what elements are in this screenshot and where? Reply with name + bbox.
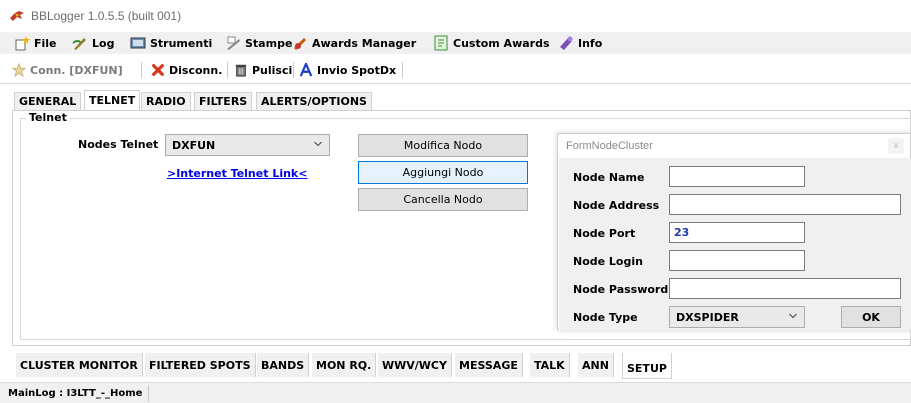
connect-button[interactable]: Conn. [DXFUN]: [12, 62, 123, 78]
internet-telnet-link[interactable]: >Internet Telnet Link<: [167, 167, 307, 180]
tab-setup[interactable]: SETUP: [622, 353, 672, 379]
tab-alerts-options[interactable]: ALERTS/OPTIONS: [256, 92, 372, 110]
menu-stampe[interactable]: Stampe: [225, 34, 292, 52]
menu-file[interactable]: File: [14, 34, 57, 52]
node-login-label: Node Login: [573, 255, 643, 268]
letter-a-icon: [299, 63, 313, 77]
status-mainlog: MainLog : I3LTT_-_Home: [2, 385, 150, 402]
tab-talk[interactable]: TALK: [530, 353, 570, 377]
dialog-title: FormNodeCluster: [566, 140, 653, 152]
delete-node-button[interactable]: Cancella Nodo: [358, 188, 528, 211]
node-address-label: Node Address: [573, 199, 660, 212]
toolbar-divider: [227, 62, 228, 78]
x-icon: [152, 64, 164, 76]
title-bar: BBLogger 1.0.5.5 (built 001): [0, 0, 911, 30]
menu-info[interactable]: Info: [558, 34, 602, 52]
nodes-telnet-label: Nodes Telnet: [78, 138, 159, 151]
chevron-down-icon: [314, 141, 322, 147]
close-icon: x: [893, 141, 899, 151]
node-name-input[interactable]: [669, 166, 805, 187]
nodes-telnet-select[interactable]: DXFUN: [165, 134, 330, 156]
tab-ann[interactable]: ANN: [578, 353, 614, 377]
close-button[interactable]: x: [888, 138, 904, 154]
tab-telnet[interactable]: TELNET: [84, 90, 141, 110]
node-password-label: Node Password: [573, 283, 669, 296]
group-label: Telnet: [26, 111, 70, 124]
status-bar: MainLog : I3LTT_-_Home: [0, 382, 911, 403]
toolbar: Conn. [DXFUN] Disconn. Pulisci Invio Spo…: [0, 56, 911, 84]
node-port-input[interactable]: 23: [669, 222, 805, 243]
tab-wwv-wcy[interactable]: WWV/WCY: [378, 353, 452, 377]
tab-message[interactable]: MESSAGE: [455, 353, 523, 377]
tab-filters[interactable]: FILTERS: [194, 92, 253, 110]
ok-button[interactable]: OK: [841, 306, 901, 328]
tab-cluster-monitor[interactable]: CLUSTER MONITOR: [16, 353, 143, 377]
clear-button[interactable]: Pulisci: [234, 62, 292, 78]
send-spot-button[interactable]: Invio SpotDx: [299, 62, 396, 78]
info-icon: [560, 36, 573, 50]
bird-icon: [10, 11, 24, 21]
dialog-title-bar: FormNodeCluster x: [558, 134, 910, 158]
node-address-input[interactable]: [669, 194, 901, 215]
node-port-label: Node Port: [573, 227, 636, 240]
star-icon: [12, 63, 26, 77]
tab-filtered-spots[interactable]: FILTERED SPOTS: [145, 353, 256, 377]
quill-icon: [72, 38, 86, 50]
node-cluster-dialog: FormNodeCluster x Node Name Node Address…: [557, 133, 911, 330]
node-type-select[interactable]: DXSPIDER: [669, 306, 805, 328]
node-type-label: Node Type: [573, 311, 638, 324]
node-login-input[interactable]: [669, 250, 805, 271]
node-name-label: Node Name: [573, 171, 645, 184]
window-title: BBLogger 1.0.5.5 (built 001): [31, 9, 182, 23]
node-password-input[interactable]: [669, 278, 901, 299]
dialog-body: Node Name Node Address Node Port 23 Node…: [559, 158, 911, 330]
document-icon: [434, 35, 448, 51]
toolbar-divider: [402, 62, 403, 78]
tab-radio[interactable]: RADIO: [141, 92, 191, 110]
tab-mon-rq[interactable]: MON RQ.: [312, 353, 377, 377]
toolbar-divider: [293, 62, 294, 78]
modify-node-button[interactable]: Modifica Nodo: [358, 134, 528, 157]
toolbar-divider: [141, 62, 142, 78]
add-node-button[interactable]: Aggiungi Nodo: [358, 161, 528, 184]
printer-icon: [227, 36, 240, 50]
menu-log[interactable]: Log: [72, 34, 114, 52]
disconnect-button[interactable]: Disconn.: [151, 62, 222, 78]
tools-icon: [130, 37, 146, 49]
chevron-down-icon: [789, 313, 797, 319]
file-star-icon: [15, 36, 30, 51]
tab-general[interactable]: GENERAL: [14, 92, 82, 110]
award-icon: [293, 37, 307, 51]
menu-custom-awards[interactable]: Custom Awards: [433, 34, 550, 52]
menu-bar: File Log Strumenti Stampe Awards Manager: [0, 32, 911, 54]
tab-bands[interactable]: BANDS: [257, 353, 310, 377]
menu-awards-manager[interactable]: Awards Manager: [292, 34, 416, 52]
menu-strumenti[interactable]: Strumenti: [130, 34, 212, 52]
trash-icon: [235, 64, 247, 77]
